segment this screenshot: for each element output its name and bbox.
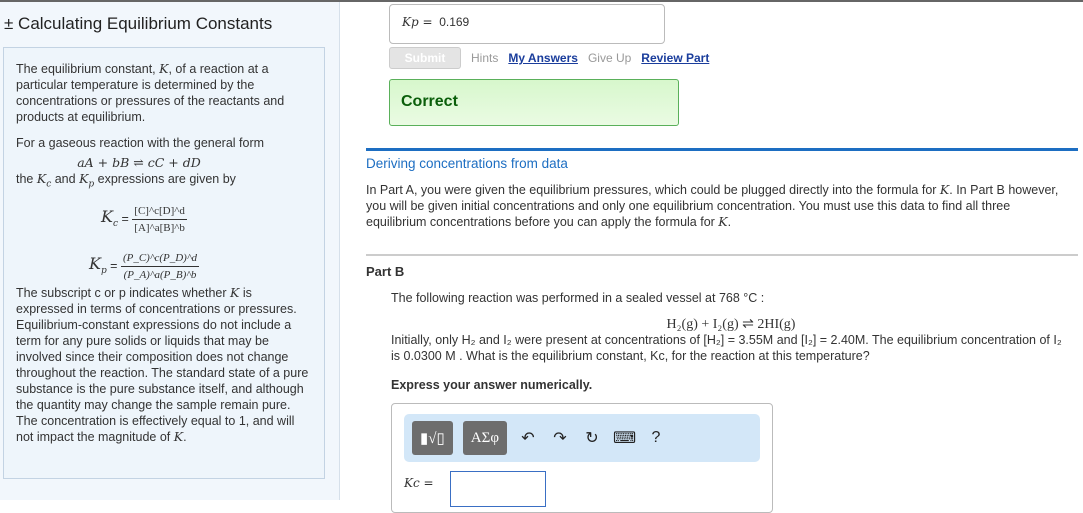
section-heading: Deriving concentrations from data [366, 156, 568, 171]
part-a-actions: Submit Hints My Answers Give Up Review P… [389, 47, 709, 69]
part-divider [366, 254, 1078, 256]
kc-label: Kc = [404, 476, 434, 490]
expressions-text: the Kc and Kp expressions are given by [16, 171, 236, 190]
intro-paragraph: The equilibrium constant, K, of a reacti… [16, 61, 285, 124]
question-text: Initially, only H₂ and I₂ were present a… [391, 333, 1062, 363]
kc-answer-input[interactable] [450, 471, 546, 507]
redo-icon[interactable]: ↷ [549, 428, 571, 448]
kc-formula: Kc = [C]^c[D]^d [A]^a[B]^b [101, 203, 187, 234]
general-reaction: aA + bB ⇌ cC + dD [77, 155, 201, 170]
sidebar-title[interactable]: ± Calculating Equilibrium Constants [4, 14, 272, 34]
part-b-title[interactable]: Part B [366, 264, 404, 279]
answer-instruction: Express your answer numerically. [391, 378, 593, 392]
kc-numerator: [C]^c[D]^d [132, 203, 187, 220]
part-a-answer-field: Kp = 0.169 [389, 4, 665, 44]
reaction-equation: H₂(g) + I₂(g) ⇌ 2HI(g) [666, 317, 796, 332]
keyboard-icon[interactable]: ⌨ [613, 428, 636, 448]
kp-numerator: (P_C)^c(P_D)^d [120, 250, 199, 267]
kp-formula: Kp = (P_C)^c(P_D)^d (P_A)^a(P_B)^b [88, 250, 199, 281]
my-answers-link[interactable]: My Answers [508, 51, 578, 65]
section-intro: In Part A, you were given the equilibriu… [366, 182, 1059, 229]
subscript-paragraph: The subscript c or p indicates whether K… [16, 284, 309, 444]
templates-button[interactable]: ▮√▯ [412, 421, 453, 455]
undo-icon[interactable]: ↶ [517, 428, 539, 448]
help-button[interactable]: ? [645, 429, 667, 447]
review-part-link[interactable]: Review Part [641, 51, 709, 65]
greek-symbols-button[interactable]: ΑΣφ [462, 421, 507, 455]
kc-denominator: [A]^a[B]^b [134, 221, 185, 234]
submit-button[interactable]: Submit [389, 47, 461, 69]
general-form-text: For a gaseous reaction with the general … [16, 136, 265, 150]
hints-link[interactable]: Hints [471, 51, 498, 65]
intro-sidebar: ± Calculating Equilibrium Constants The … [0, 2, 340, 500]
section-divider [366, 148, 1078, 151]
part-b-question: The following reaction was performed in … [391, 290, 1071, 364]
kp-denominator: (P_A)^a(P_B)^b [123, 268, 197, 281]
part-b-answer-box: ▮√▯ ΑΣφ ↶ ↷ ↻ ⌨ ? Kc = [391, 403, 773, 513]
question-line: The following reaction was performed in … [391, 291, 765, 305]
math-toolbar: ▮√▯ ΑΣφ ↶ ↷ ↻ ⌨ ? [404, 414, 760, 462]
intro-box: The equilibrium constant, K, of a reacti… [3, 47, 325, 479]
give-up-link[interactable]: Give Up [588, 51, 631, 65]
reset-icon[interactable]: ↻ [581, 428, 603, 448]
correct-feedback: Correct [389, 79, 679, 126]
